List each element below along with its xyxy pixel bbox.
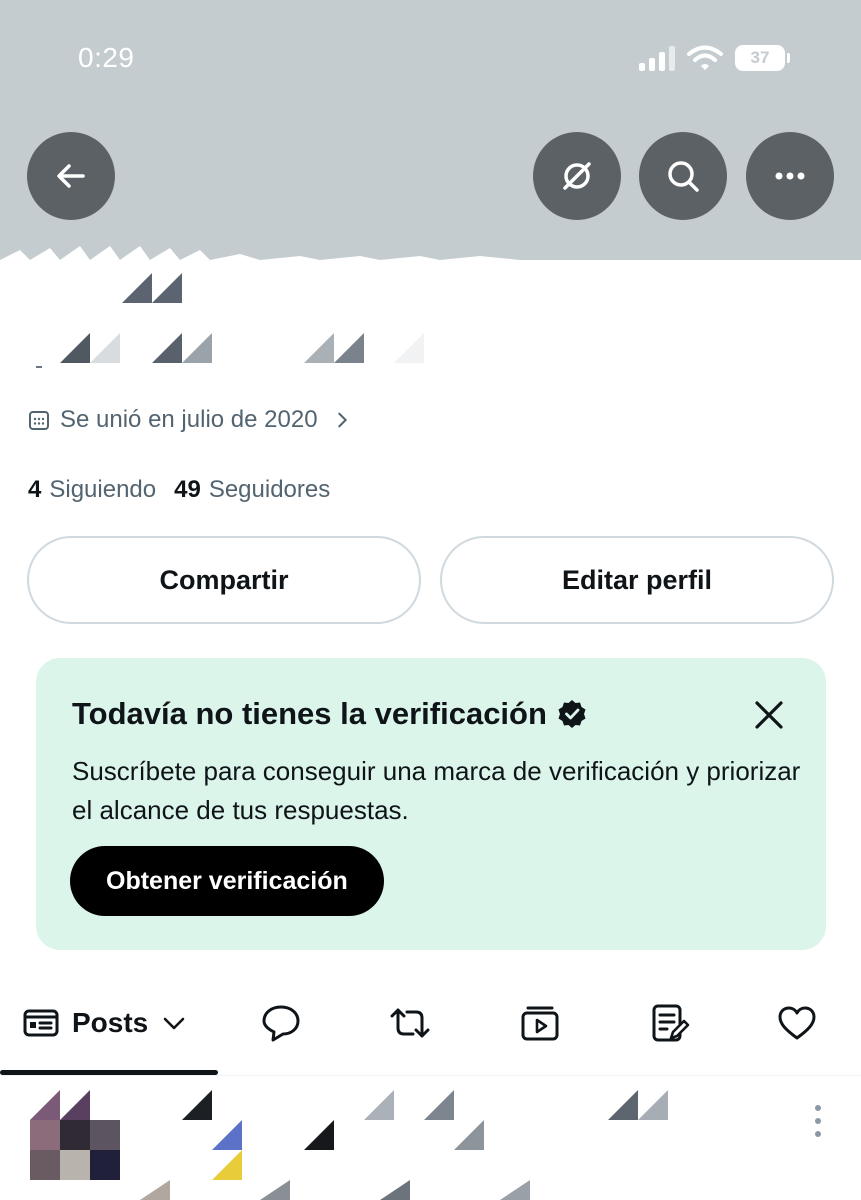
following-count: 4 — [28, 476, 42, 503]
media-icon[interactable] — [519, 1002, 561, 1044]
chevron-down-icon — [163, 1017, 185, 1030]
cellular-signal-icon — [639, 45, 675, 71]
status-icons: 37 — [639, 44, 790, 72]
followers-link[interactable]: 49 Seguidores — [174, 476, 330, 504]
profile-tabs: Posts — [0, 990, 861, 1076]
joined-date[interactable]: Se unió en julio de 2020 — [28, 406, 352, 434]
verification-card: Todavía no tienes la verificación Suscrí… — [36, 658, 826, 950]
profile-name-obscured — [36, 273, 424, 368]
battery-icon: 37 — [735, 45, 790, 71]
grok-icon — [563, 162, 591, 190]
likes-icon[interactable] — [776, 1002, 818, 1044]
replies-icon[interactable] — [260, 1002, 302, 1044]
close-icon[interactable] — [752, 698, 786, 732]
tab-posts-label: Posts — [72, 1007, 149, 1038]
following-link[interactable]: 4 Siguiendo — [28, 476, 156, 504]
active-tab-indicator — [0, 1070, 218, 1075]
get-verified-button[interactable]: Obtener verificación — [70, 846, 384, 916]
search-button[interactable] — [639, 132, 727, 220]
post-more-icon[interactable] — [813, 1104, 823, 1138]
followers-label: Seguidores — [208, 476, 331, 503]
verification-card-title: Todavía no tienes la verificación — [72, 696, 587, 732]
tab-posts[interactable]: Posts — [22, 1004, 188, 1042]
wifi-icon — [687, 45, 723, 70]
verification-title-text: Todavía no tienes la verificación — [72, 696, 547, 731]
grok-button[interactable] — [533, 132, 621, 220]
following-label: Siguiendo — [49, 476, 157, 503]
status-time: 0:29 — [78, 42, 135, 73]
follow-stats: 4 Siguiendo 49 Seguidores — [28, 476, 330, 504]
followers-count: 49 — [174, 476, 201, 503]
chevron-right-icon — [337, 412, 347, 428]
joined-text: Se unió en julio de 2020 — [60, 406, 318, 433]
verification-card-body: Suscríbete para conseguir una marca de v… — [72, 756, 801, 825]
search-icon — [668, 161, 699, 192]
more-horizontal-icon — [775, 172, 805, 180]
back-button[interactable] — [27, 132, 115, 220]
articles-icon[interactable] — [649, 1002, 691, 1044]
reposts-icon[interactable] — [389, 1002, 431, 1044]
post-preview-obscured[interactable] — [0, 1084, 700, 1200]
profile-banner[interactable]: 0:29 37 — [0, 0, 861, 260]
more-button[interactable] — [746, 132, 834, 220]
calendar-icon — [29, 411, 49, 430]
arrow-left-icon — [57, 164, 85, 188]
share-button[interactable]: Compartir — [27, 536, 421, 624]
edit-profile-button[interactable]: Editar perfil — [440, 536, 834, 624]
verified-badge-icon — [558, 700, 586, 728]
posts-icon — [23, 1009, 59, 1037]
